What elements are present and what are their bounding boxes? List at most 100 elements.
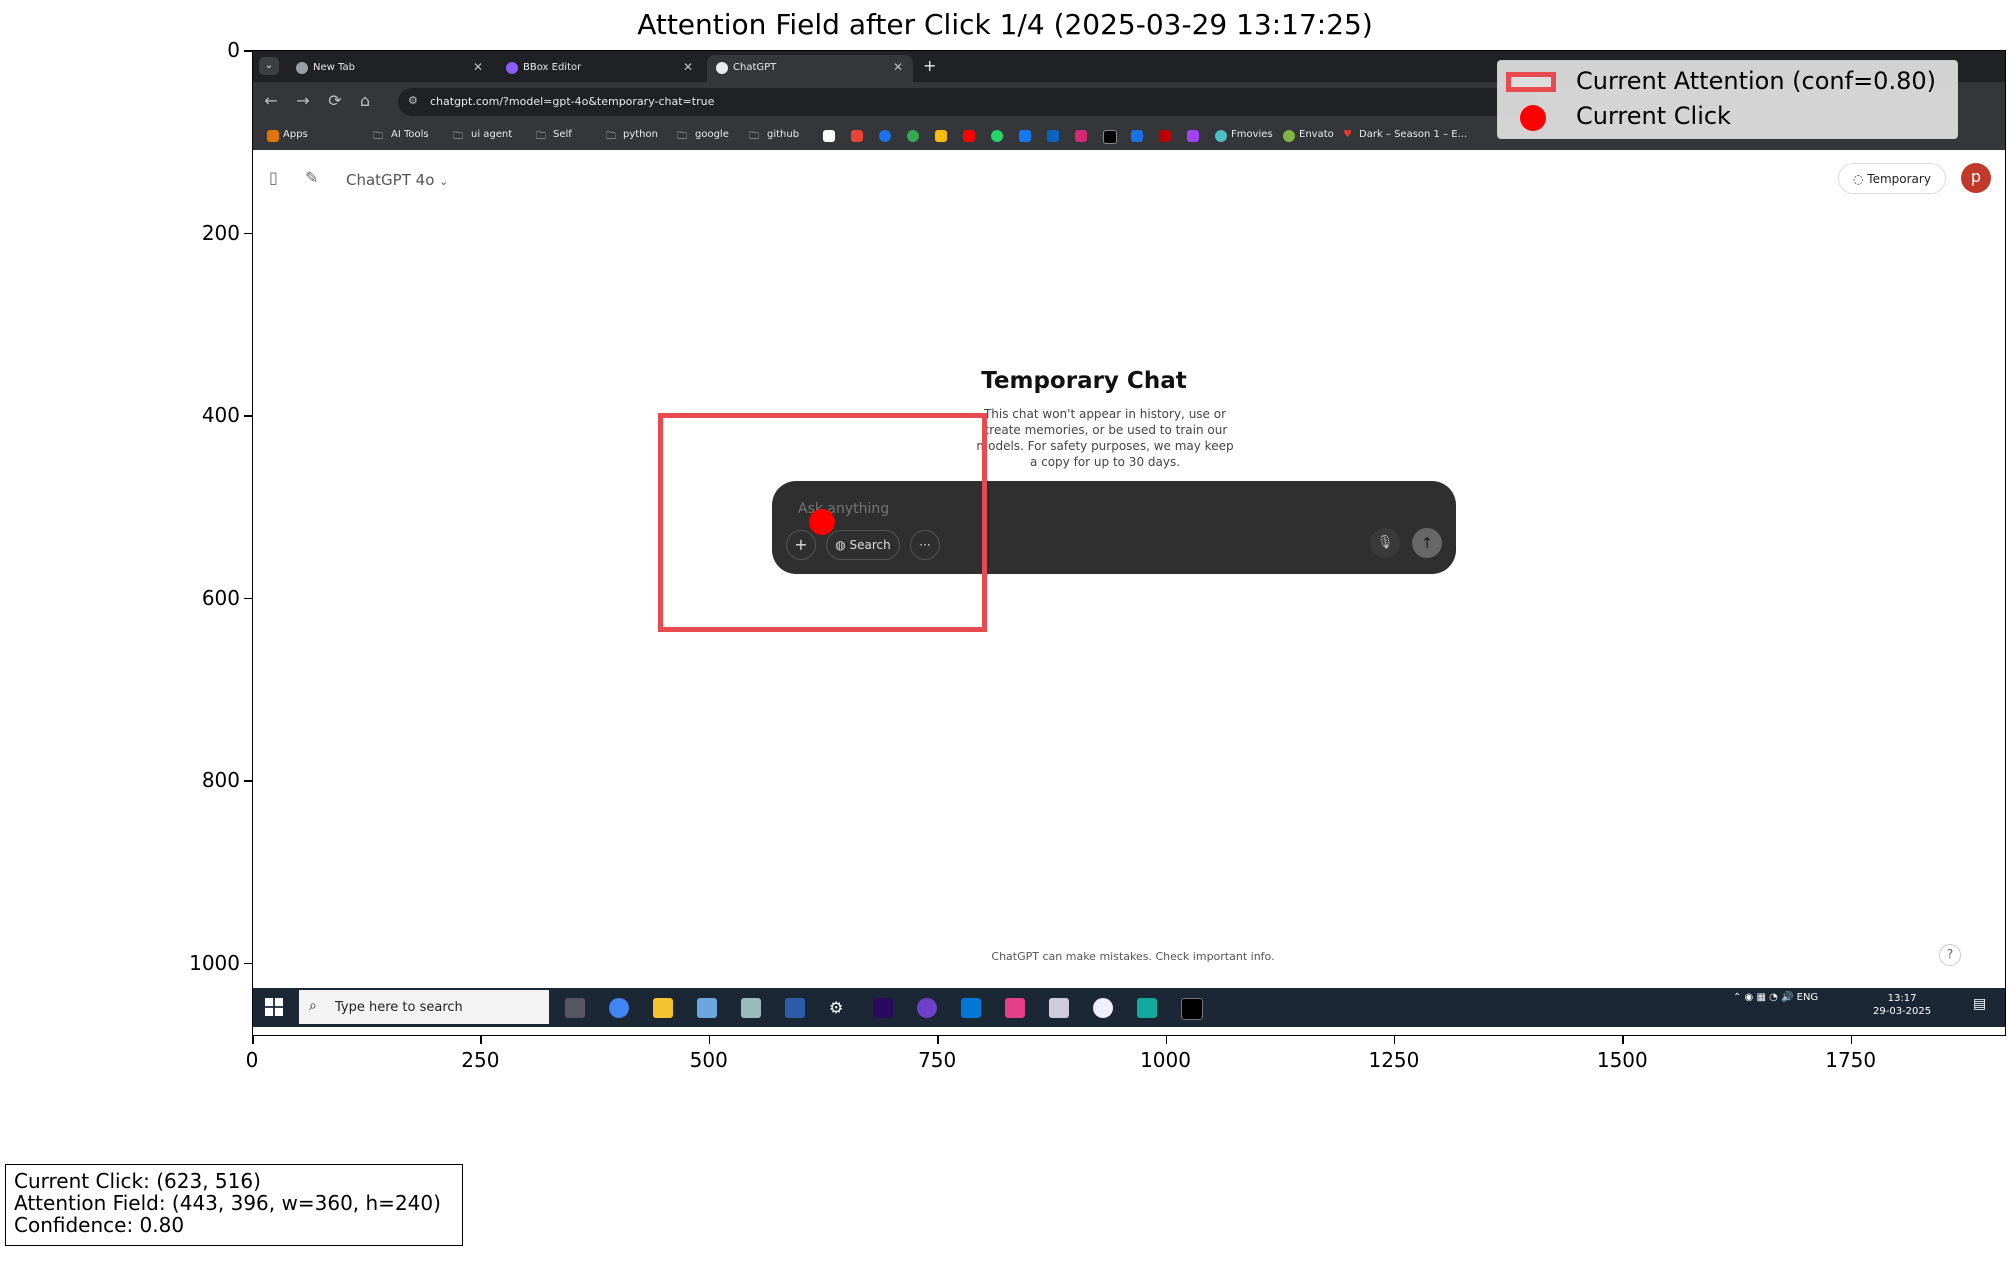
file-explorer-icon[interactable] xyxy=(653,998,673,1018)
back-icon[interactable]: ← xyxy=(261,91,281,110)
x-tick-mark xyxy=(1393,1036,1396,1044)
x-tick-label: 0 xyxy=(245,1048,259,1072)
y-tick-mark xyxy=(244,597,252,600)
tray-date: 29-03-2025 xyxy=(1873,1006,1932,1017)
tab-bbox-editor[interactable]: BBox Editor ✕ xyxy=(497,55,703,82)
facebook-icon[interactable] xyxy=(1019,130,1031,142)
y-tick-mark xyxy=(244,232,252,235)
app-icon[interactable] xyxy=(1049,998,1069,1018)
page-description: This chat won't appear in history, use o… xyxy=(976,407,1234,469)
bookmark-ui-agent[interactable]: ui agent xyxy=(471,129,512,140)
heart-icon: ♥ xyxy=(1343,129,1352,140)
bookmark-google[interactable]: google xyxy=(695,129,729,140)
x-tick-label: 500 xyxy=(689,1048,728,1072)
netflix-icon[interactable] xyxy=(1159,130,1171,142)
gmail-icon[interactable] xyxy=(851,130,863,142)
x-tick-label: 1750 xyxy=(1825,1048,1877,1072)
tray-chevron-icon[interactable]: ⌃ ◉ ▦ ◔ 🔊 xyxy=(1733,992,1797,1003)
send-button[interactable]: ↑ xyxy=(1412,528,1442,558)
app-icon[interactable] xyxy=(697,998,717,1018)
tab-chatgpt[interactable]: ChatGPT ✕ xyxy=(707,55,913,82)
x-tick-label: 750 xyxy=(918,1048,957,1072)
url-field[interactable]: ⚙ chatgpt.com/?model=gpt-4o&temporary-ch… xyxy=(398,88,1538,116)
bookmark-envato[interactable]: Envato xyxy=(1299,129,1334,140)
chrome-icon[interactable] xyxy=(609,998,629,1018)
screenshot-plot: ⌄ New Tab ✕ BBox Editor ✕ ChatGPT ✕ + ← … xyxy=(252,50,2006,1036)
temporary-chat-button[interactable]: ◌ Temporary xyxy=(1838,163,1946,194)
youtube-icon[interactable] xyxy=(963,130,975,142)
x-tick-mark xyxy=(480,1036,482,1044)
whatsapp-icon[interactable] xyxy=(991,130,1003,142)
folder-icon: 🗀 xyxy=(373,131,383,142)
app-icon[interactable] xyxy=(741,998,761,1018)
windows-taskbar: ⌕ Type here to search ⚙ ⌃ ◉ ▦ ◔ 🔊 ENG 13… xyxy=(253,988,2005,1027)
x-tick-mark xyxy=(1850,1036,1853,1044)
github-desktop-icon[interactable] xyxy=(917,998,937,1018)
x-tick-mark xyxy=(1165,1036,1168,1044)
model-name: ChatGPT 4o xyxy=(346,171,435,189)
taskbar-search[interactable]: ⌕ Type here to search xyxy=(299,990,549,1024)
bookmark-icon[interactable] xyxy=(1131,130,1143,142)
help-button[interactable]: ? xyxy=(1939,944,1961,966)
model-selector[interactable]: ChatGPT 4o ⌄ xyxy=(346,171,448,189)
terminal-icon[interactable] xyxy=(1181,998,1203,1020)
x-tick-mark xyxy=(937,1036,939,1044)
forward-icon[interactable]: → xyxy=(293,91,313,110)
tab-new-tab[interactable]: New Tab ✕ xyxy=(287,55,493,82)
y-tick-label: 600 xyxy=(201,585,240,610)
chrome-icon xyxy=(296,62,308,74)
vscode-icon[interactable] xyxy=(961,998,981,1018)
info-confidence: Confidence: 0.80 xyxy=(14,1213,185,1237)
task-view-icon[interactable] xyxy=(565,998,585,1018)
sidebar-toggle-icon[interactable]: ▯ xyxy=(269,168,278,187)
tray-language[interactable]: ENG xyxy=(1797,992,1819,1003)
folder-icon: 🗀 xyxy=(453,131,463,142)
close-icon[interactable]: ✕ xyxy=(473,60,483,74)
bookmark-icon[interactable] xyxy=(1103,130,1117,144)
keep-icon[interactable] xyxy=(935,130,947,142)
close-icon[interactable]: ✕ xyxy=(683,60,693,74)
bookmark-icon[interactable] xyxy=(823,130,835,142)
tray-clock[interactable]: 13:17 29-03-2025 xyxy=(1873,992,1931,1018)
site-info-icon[interactable]: ⚙ xyxy=(408,94,418,107)
notifications-icon[interactable]: ▤ xyxy=(1973,996,1986,1012)
bookmark-github[interactable]: github xyxy=(767,129,799,140)
close-icon[interactable]: ✕ xyxy=(893,60,903,74)
bookmark-icon[interactable] xyxy=(1187,130,1199,142)
new-tab-button[interactable]: + xyxy=(923,56,936,75)
instagram-icon[interactable] xyxy=(1075,130,1087,142)
y-tick-mark xyxy=(244,415,252,417)
app-icon[interactable] xyxy=(1093,998,1113,1018)
bookmark-ai-tools[interactable]: AI Tools xyxy=(391,129,429,140)
reload-icon[interactable]: ⟳ xyxy=(325,91,345,110)
home-icon[interactable]: ⌂ xyxy=(355,91,375,110)
new-chat-icon[interactable]: ✎ xyxy=(305,168,318,187)
chevron-down-icon: ⌄ xyxy=(439,175,449,188)
x-tick-mark xyxy=(708,1036,711,1044)
bookmark-apps[interactable]: Apps xyxy=(283,129,308,140)
bookmark-icon[interactable] xyxy=(879,130,891,142)
windows-start-icon[interactable] xyxy=(265,998,283,1016)
settings-icon[interactable]: ⚙ xyxy=(829,998,849,1018)
bookmark-fmovies[interactable]: Fmovies xyxy=(1231,129,1273,140)
legend-click-label: Current Click xyxy=(1576,102,1731,130)
info-click: Current Click: (623, 516) xyxy=(14,1169,261,1193)
microphone-icon[interactable]: 🎙 xyxy=(1370,528,1400,558)
intellij-icon[interactable] xyxy=(1005,998,1025,1018)
y-tick-label: 800 xyxy=(201,768,240,793)
legend-attention-swatch xyxy=(1506,72,1556,92)
linkedin-icon[interactable] xyxy=(1047,130,1059,142)
bbox-editor-icon xyxy=(506,62,518,74)
tab-search-button[interactable]: ⌄ xyxy=(259,57,279,75)
bookmark-python[interactable]: python xyxy=(623,129,658,140)
legend: Current Attention (conf=0.80) Current Cl… xyxy=(1497,60,1958,139)
y-tick-label: 1000 xyxy=(189,950,240,975)
bookmark-self[interactable]: Self xyxy=(553,129,572,140)
chrome-web-icon[interactable] xyxy=(907,130,919,142)
system-tray: ⌃ ◉ ▦ ◔ 🔊 ENG 13:17 29-03-2025 ▤ xyxy=(1733,992,1986,1017)
premiere-icon[interactable] xyxy=(873,998,893,1018)
bookmark-dark[interactable]: Dark – Season 1 – E... xyxy=(1359,129,1467,140)
powershell-icon[interactable] xyxy=(785,998,805,1018)
avatar[interactable]: p xyxy=(1961,163,1991,193)
app-icon[interactable] xyxy=(1137,998,1157,1018)
